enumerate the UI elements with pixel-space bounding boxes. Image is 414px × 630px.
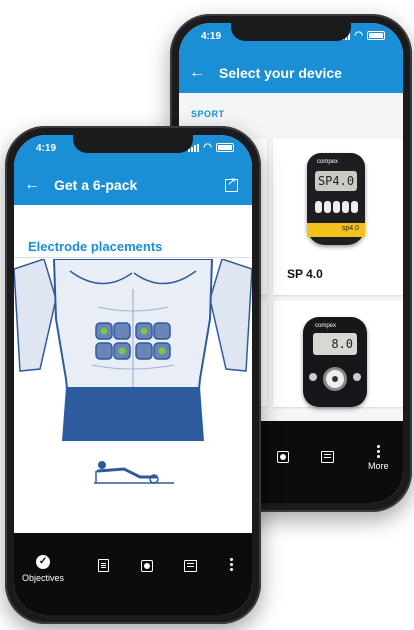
device-keys [315,201,358,213]
bottom-nav: ✓ Objectives [14,533,252,615]
status-time: 4:19 [201,31,222,42]
document-icon [98,559,109,572]
device-display: SP4.0 [315,171,357,191]
device-dial [323,367,347,391]
front-phone: 4:19 ◠ ← Get a 6-pack Electrode placemen… [5,126,261,624]
wifi-icon: ◠ [354,29,363,41]
nav-list[interactable] [184,560,197,572]
battery-icon [367,31,385,40]
more-icon [376,445,380,458]
page-title: Select your device [219,65,342,81]
status-indicators: ◠ [188,141,234,153]
sp40-device-image: compex SP4.0 sp4.0 [307,153,365,245]
status-time: 4:19 [36,143,57,154]
wifi-icon: ◠ [203,141,212,153]
nav-device[interactable] [141,560,153,572]
app-bar: ← Get a 6-pack [14,165,252,205]
device-image: compex 8.0 [303,317,367,407]
app-bar: ← Select your device [179,53,403,93]
nav-list[interactable] [321,451,334,463]
device-icon [141,560,153,572]
arrow-left-icon[interactable]: ← [24,176,48,194]
section-label: SPORT [191,109,225,119]
nav-device[interactable] [277,451,289,463]
notch [73,135,193,153]
electrode-placements-title: Electrode placements [28,239,163,254]
nav-objectives-label: Objectives [22,573,65,583]
device-icon [277,451,289,463]
notch [231,23,351,41]
arrow-left-icon[interactable]: ← [189,64,213,82]
list-icon [184,560,197,572]
nav-more[interactable] [230,558,233,571]
page-title: Get a 6-pack [54,177,138,193]
front-phone-screen: 4:19 ◠ ← Get a 6-pack Electrode placemen… [14,135,252,615]
more-icon [230,558,233,571]
brand-logo: compex [315,323,337,329]
nav-objectives[interactable]: ✓ Objectives [22,555,64,583]
brand-logo: compex [317,159,339,165]
nav-document[interactable] [98,559,109,572]
check-circle-icon: ✓ [36,555,51,569]
device-stripe: sp4.0 [307,223,365,237]
lying-position-icon [94,461,174,484]
device-card-second[interactable]: compex 8.0 [273,301,403,407]
divider [14,257,252,258]
battery-icon [216,143,234,152]
torso-illustration [14,259,252,441]
device-card-sp40[interactable]: compex SP4.0 sp4.0 SP 4.0 [273,139,403,295]
nav-more[interactable]: More [368,445,389,471]
device-stripe-label: sp4.0 [341,225,359,232]
device-name: SP 4.0 [287,267,323,281]
device-button [309,373,317,381]
list-icon [321,451,334,463]
share-icon[interactable] [225,175,238,192]
device-button [353,373,361,381]
device-display: 8.0 [313,333,357,355]
nav-more-label: More [368,461,389,471]
